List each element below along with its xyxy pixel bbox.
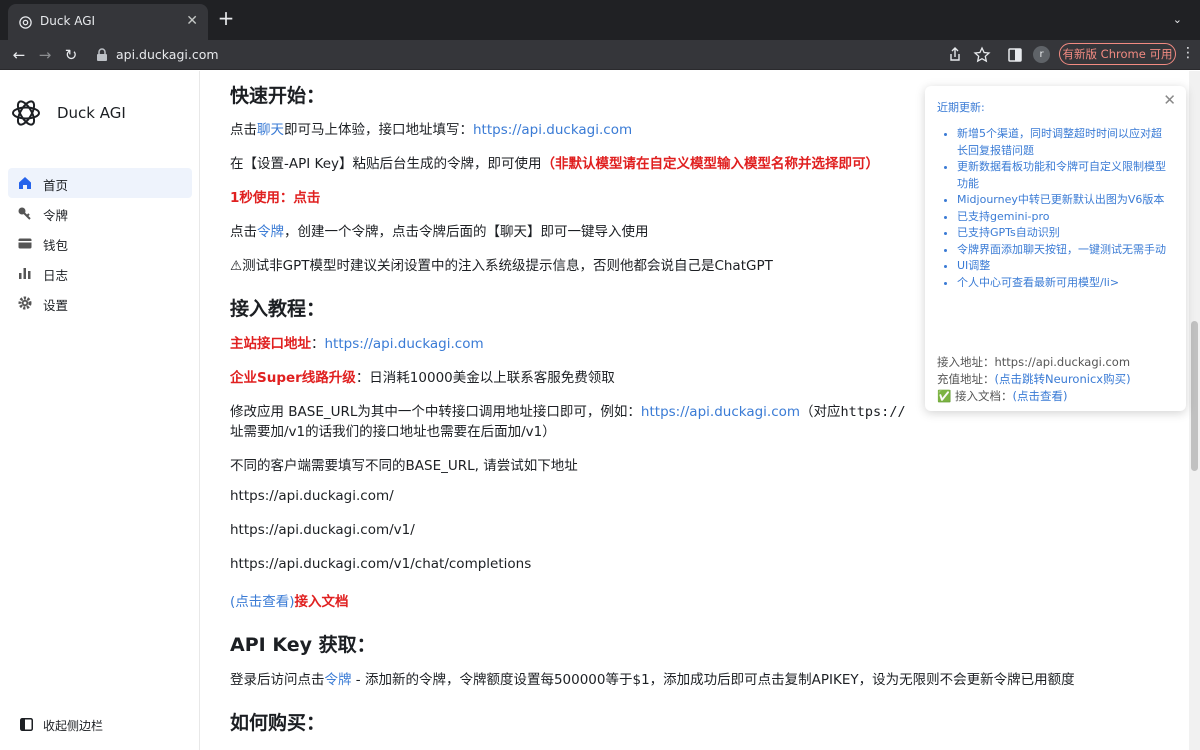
scrollbar-thumb[interactable] [1191,321,1198,471]
tab-search-chevron-icon[interactable]: ⌄ [1173,13,1182,26]
buy-heading: 如何购买： [230,712,326,734]
quickstart-line-2: 在【设置-API Key】粘贴后台生成的令牌，即可使用（非默认模型请在自定义模型… [230,156,880,172]
list-item: 新增5个渠道，同时调整超时时间以应对超长回复报错问题 [957,126,1167,159]
base-url-link-3[interactable]: https://api.duckagi.com/v1/chat/completi… [230,556,531,572]
apikey-token-link[interactable]: 令牌 [325,672,352,688]
sidebar: Duck AGI 首页 令牌 钱包 日志 设置 收起侧边栏 [0,71,200,750]
lock-icon[interactable] [96,48,108,62]
sidebar-item-settings[interactable]: 设置 [8,288,192,318]
address-bar[interactable]: api.duckagi.com [116,47,219,62]
tutorial-heading: 接入教程： [230,298,326,320]
collapse-sidebar-button[interactable]: 收起侧边栏 [20,716,180,736]
collapse-sidebar-label: 收起侧边栏 [43,719,104,733]
quickstart-line-4: 点击令牌，创建一个令牌，点击令牌后面的【聊天】即可一键导入使用 [230,224,649,240]
openai-logo-icon [12,100,40,126]
bar-chart-icon [19,268,31,279]
browser-tab[interactable]: Duck AGI ✕ [8,4,208,40]
list-item: 已支持gemini-pro [957,209,1167,226]
list-item: 令牌界面添加聊天按钮，一键测试无需手动 [957,242,1167,259]
tutorial-line-2: 企业Super线路升级：日消耗10000美金以上联系客服免费领取 [230,370,615,386]
list-item: Midjourney中转已更新默认出图为V6版本 [957,192,1167,209]
apikey-line: 登录后访问点击令牌 - 添加新的令牌，令牌额度设置每500000等于$1，添加成… [230,672,1075,688]
base-url-link-1[interactable]: https://api.duckagi.com/ [230,488,394,504]
side-panel-icon[interactable] [1005,45,1025,65]
one-second-use-link[interactable]: 点击 [293,190,320,206]
api-url-link[interactable]: https://api.duckagi.com [473,122,632,138]
reload-icon[interactable]: ↻ [60,44,82,66]
notice-recharge-address: 充值地址：(点击跳转Neuronicx购买) [937,372,1131,386]
warning-line: ⚠测试非GPT模型时建议关闭设置中的注入系统级提示信息，否则他都会说自己是Cha… [230,258,773,274]
sidebar-item-logs[interactable]: 日志 [8,258,192,288]
profile-avatar[interactable]: r [1033,46,1050,63]
notice-api-address: 接入地址：https://api.duckagi.com [937,355,1131,369]
doc-view-link[interactable]: (点击查看) [230,594,295,610]
quickstart-heading: 快速开始： [230,85,326,107]
apikey-heading: API Key 获取： [230,634,376,656]
base-url-link-2[interactable]: https://api.duckagi.com/v1/ [230,522,415,538]
back-arrow-icon[interactable]: ← [8,44,30,66]
tab-close-icon[interactable]: ✕ [186,13,198,29]
sidebar-item-wallet[interactable]: 钱包 [8,228,192,258]
browser-tab-strip: Duck AGI ✕ + ⌄ [0,0,1200,40]
wallet-icon [18,238,32,249]
openai-logo-icon [19,16,32,29]
browser-toolbar: ← → ↻ api.duckagi.com r 有新版 Chrome 可用 ⋮ [0,40,1200,70]
tutorial-line-3: 修改应用 BASE_URL为其中一个中转接口调用地址接口即可，例如：https:… [230,404,906,420]
more-menu-icon[interactable]: ⋮ [1181,45,1195,61]
list-item: 个人中心可查看最新可用模型/li> [957,275,1167,292]
custom-model-note: （非默认模型请在自定义模型输入模型名称并选择即可） [541,156,880,172]
list-item: 更新数据看板功能和令牌可自定义限制模型功能 [957,159,1167,192]
sidebar-item-label: 令牌 [43,208,69,223]
recharge-link[interactable]: (点击跳转Neuronicx购买) [995,372,1131,386]
chrome-update-button[interactable]: 有新版 Chrome 可用 [1059,43,1176,65]
tutorial-line-4: 不同的客户端需要填写不同的BASE_URL, 请尝试如下地址 [230,458,578,474]
update-notice-popup: ✕ 近期更新: 新增5个渠道，同时调整超时时间以应对超长回复报错问题 更新数据看… [925,86,1186,411]
forward-arrow-icon[interactable]: → [34,44,56,66]
share-icon[interactable] [945,45,965,65]
sidebar-item-home[interactable]: 首页 [8,168,192,198]
sidebar-item-label: 日志 [43,268,69,283]
chat-link[interactable]: 聊天 [257,122,284,138]
quickstart-line-3: 1秒使用：点击 [230,190,321,206]
bookmark-star-icon[interactable] [972,45,992,65]
list-item: 已支持GPTs自动识别 [957,225,1167,242]
notice-list: 新增5个渠道，同时调整超时时间以应对超长回复报错问题 更新数据看板功能和令牌可自… [957,126,1167,291]
quickstart-line-1: 点击聊天即可马上体验，接口地址填写：https://api.duckagi.co… [230,122,633,138]
example-url-link[interactable]: https://api.duckagi.com [641,404,800,420]
notice-doc-link[interactable]: (点击查看) [1012,389,1067,403]
notice-doc: ✅ 接入文档：(点击查看) [937,389,1068,403]
sidebar-collapse-icon [20,718,33,731]
tutorial-line-3b: 址需要加/v1的话我们的接口地址也需要在后面加/v1） [230,424,556,440]
token-link[interactable]: 令牌 [257,224,284,240]
doc-line: (点击查看)接入文档 [230,594,349,610]
notice-title: 近期更新: [937,101,985,114]
sidebar-item-label: 钱包 [43,238,69,253]
gear-icon [18,296,32,310]
sidebar-item-label: 设置 [43,298,69,313]
tutorial-line-1: 主站接口地址：https://api.duckagi.com [230,336,484,352]
close-icon[interactable]: ✕ [1163,91,1176,109]
new-tab-button[interactable]: + [216,8,236,29]
sidebar-item-tokens[interactable]: 令牌 [8,198,192,228]
home-icon [19,177,31,189]
brand-name: Duck AGI [57,104,126,122]
main-api-url-link[interactable]: https://api.duckagi.com [325,336,484,352]
list-item: UI调整 [957,258,1167,275]
sidebar-item-label: 首页 [43,178,69,193]
page-scrollbar[interactable] [1189,71,1200,750]
tab-title: Duck AGI [40,14,96,28]
key-icon [18,207,31,220]
